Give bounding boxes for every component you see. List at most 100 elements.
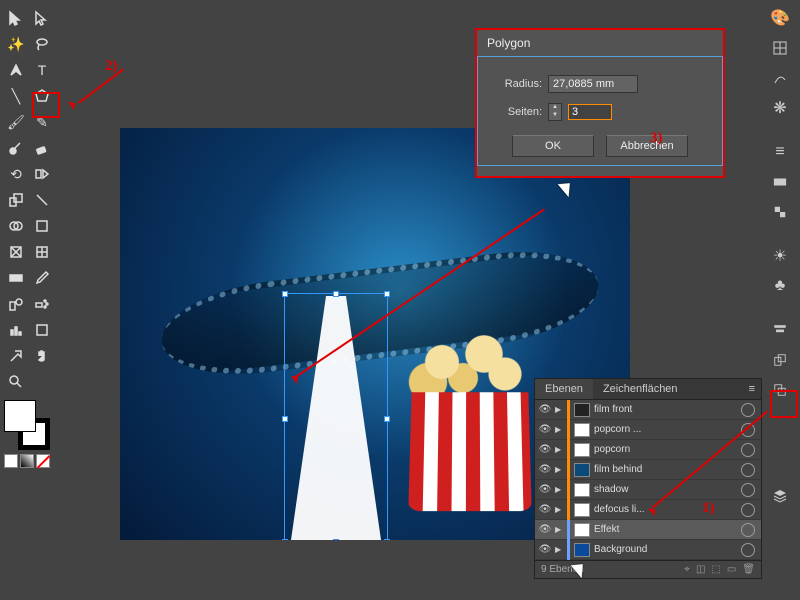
- rotate-tool[interactable]: ⟲: [4, 162, 28, 186]
- lasso-tool[interactable]: [30, 32, 54, 56]
- tab-layers[interactable]: Ebenen: [535, 379, 593, 399]
- visibility-toggle[interactable]: 👁: [535, 464, 555, 475]
- new-layer-icon[interactable]: ▭: [727, 564, 736, 575]
- pathfinder-panel-icon[interactable]: [768, 378, 792, 402]
- layer-name: film behind: [594, 464, 741, 475]
- panel-menu-icon[interactable]: ≡: [743, 379, 761, 399]
- slice-tool[interactable]: [4, 344, 28, 368]
- target-icon[interactable]: [741, 543, 755, 557]
- delete-layer-icon[interactable]: 🗑: [742, 564, 755, 575]
- gradient-tool[interactable]: [4, 266, 28, 290]
- visibility-toggle[interactable]: 👁: [535, 524, 555, 535]
- swatches-panel-icon[interactable]: [768, 36, 792, 60]
- color-panel-icon[interactable]: 🎨: [768, 6, 792, 30]
- layer-name: film front: [594, 404, 741, 415]
- shape-builder-tool[interactable]: [4, 214, 28, 238]
- eyedropper-tool[interactable]: [30, 266, 54, 290]
- mesh-tool[interactable]: [30, 240, 54, 264]
- sides-input[interactable]: 3: [568, 104, 612, 120]
- align-panel-icon[interactable]: [768, 318, 792, 342]
- visibility-toggle[interactable]: 👁: [535, 484, 555, 495]
- target-icon[interactable]: [741, 403, 755, 417]
- expand-icon[interactable]: ▶: [555, 485, 567, 494]
- layer-row[interactable]: 👁 ▶ Effekt: [535, 520, 761, 540]
- symbols-panel-icon[interactable]: ❋: [768, 96, 792, 120]
- target-icon[interactable]: [741, 523, 755, 537]
- arrow-2-head: [68, 96, 82, 110]
- expand-icon[interactable]: ▶: [555, 505, 567, 514]
- annotation-3: 3): [650, 130, 663, 147]
- target-icon[interactable]: [741, 443, 755, 457]
- expand-icon[interactable]: ▶: [555, 405, 567, 414]
- hand-tool[interactable]: [30, 344, 54, 368]
- scale-tool[interactable]: [4, 188, 28, 212]
- color-mode-swatches[interactable]: [4, 454, 50, 468]
- fill-stroke-swatch[interactable]: [4, 400, 54, 450]
- target-icon[interactable]: [741, 503, 755, 517]
- expand-icon[interactable]: ▶: [555, 525, 567, 534]
- symbol-sprayer-tool[interactable]: [30, 292, 54, 316]
- visibility-toggle[interactable]: 👁: [535, 404, 555, 415]
- magic-wand-tool[interactable]: ✨: [4, 32, 28, 56]
- layers-panel-icon[interactable]: [768, 484, 792, 508]
- line-tool[interactable]: ╲: [4, 84, 28, 108]
- layer-name: popcorn ...: [594, 424, 741, 435]
- transform-panel-icon[interactable]: [768, 348, 792, 372]
- pen-tool[interactable]: [4, 58, 28, 82]
- radius-input[interactable]: 27,0885 mm: [548, 75, 638, 93]
- polygon-tool[interactable]: [30, 84, 54, 108]
- eraser-tool[interactable]: [30, 136, 54, 160]
- layer-row[interactable]: 👁 ▶ film front: [535, 400, 761, 420]
- expand-icon[interactable]: ▶: [555, 445, 567, 454]
- brush-tool[interactable]: 🖌: [4, 110, 28, 134]
- direct-select-tool[interactable]: [30, 6, 54, 30]
- expand-icon[interactable]: ▶: [555, 465, 567, 474]
- blend-tool[interactable]: [4, 292, 28, 316]
- layer-row[interactable]: 👁 ▶ film behind: [535, 460, 761, 480]
- pencil-tool[interactable]: ✎: [30, 110, 54, 134]
- visibility-toggle[interactable]: 👁: [535, 424, 555, 435]
- width-tool[interactable]: [30, 188, 54, 212]
- layer-row[interactable]: 👁 ▶ popcorn ...: [535, 420, 761, 440]
- column-graph-tool[interactable]: [4, 318, 28, 342]
- selection-bounding-box: [284, 293, 388, 540]
- radius-label: Radius:: [492, 78, 542, 90]
- arrow-2: [78, 69, 124, 104]
- ok-button[interactable]: OK: [512, 135, 594, 157]
- blob-brush-tool[interactable]: [4, 136, 28, 160]
- layer-row[interactable]: 👁 ▶ defocus li...: [535, 500, 761, 520]
- gradient-panel-icon[interactable]: [768, 170, 792, 194]
- target-icon[interactable]: [741, 463, 755, 477]
- layer-name: Effekt: [594, 524, 741, 535]
- right-panel-dock: 🎨 ❋ ≡ ☀ ♣: [768, 6, 796, 508]
- layers-panel: Ebenen Zeichenflächen ≡ 👁 ▶ film front 👁…: [534, 378, 762, 579]
- layer-row[interactable]: 👁 ▶ Background: [535, 540, 761, 560]
- perspective-grid-tool[interactable]: [4, 240, 28, 264]
- layer-row[interactable]: 👁 ▶ shadow: [535, 480, 761, 500]
- new-sublayer-icon[interactable]: ⬚: [711, 564, 720, 575]
- free-transform-tool[interactable]: [30, 214, 54, 238]
- brushes-panel-icon[interactable]: [768, 66, 792, 90]
- tab-artboards[interactable]: Zeichenflächen: [593, 379, 688, 399]
- zoom-tool[interactable]: [4, 370, 28, 394]
- sides-spinner[interactable]: ▲▼: [548, 103, 562, 121]
- cancel-button[interactable]: Abbrechen: [606, 135, 688, 157]
- visibility-toggle[interactable]: 👁: [535, 504, 555, 515]
- visibility-toggle[interactable]: 👁: [535, 444, 555, 455]
- expand-icon[interactable]: ▶: [555, 545, 567, 554]
- graphic-styles-panel-icon[interactable]: ♣: [768, 274, 792, 298]
- reflect-tool[interactable]: [30, 162, 54, 186]
- appearance-panel-icon[interactable]: ☀: [768, 244, 792, 268]
- target-icon[interactable]: [741, 483, 755, 497]
- artboard-tool[interactable]: [30, 318, 54, 342]
- visibility-toggle[interactable]: 👁: [535, 544, 555, 555]
- locate-object-icon[interactable]: ⌖: [684, 564, 690, 575]
- stroke-panel-icon[interactable]: ≡: [768, 140, 792, 164]
- selection-tool[interactable]: [4, 6, 28, 30]
- polygon-dialog: Polygon Radius: 27,0885 mm Seiten: ▲▼ 3 …: [475, 28, 725, 178]
- transparency-panel-icon[interactable]: [768, 200, 792, 224]
- popcorn-graphic: [400, 330, 540, 510]
- type-tool[interactable]: T: [30, 58, 54, 82]
- make-clipping-mask-icon[interactable]: ◫: [696, 564, 705, 575]
- expand-icon[interactable]: ▶: [555, 425, 567, 434]
